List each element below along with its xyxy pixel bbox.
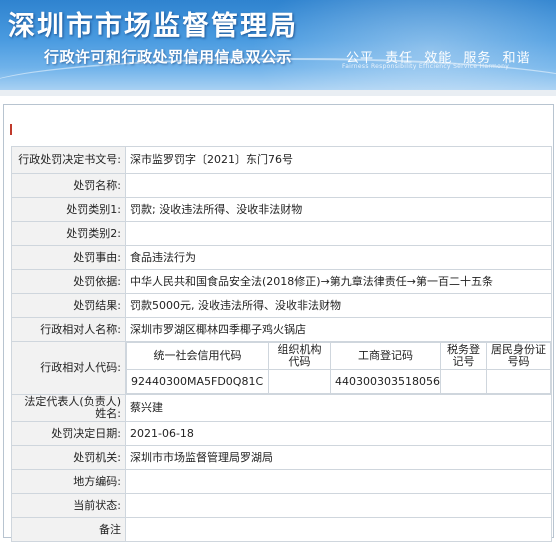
header-banner: 深圳市市场监督管理局 行政许可和行政处罚信用信息双公示 公平 责任 效能 服务 … bbox=[0, 0, 556, 90]
row-value: 罚款5000元, 没收违法所得、没收非法财物 bbox=[125, 293, 552, 318]
row-label: 行政相对人代码: bbox=[11, 341, 126, 395]
codes-value bbox=[268, 369, 331, 394]
row-label: 地方编码: bbox=[11, 469, 126, 494]
row-label: 处罚决定日期: bbox=[11, 421, 126, 446]
codes-value: 440300303518056 bbox=[330, 369, 441, 394]
row-value bbox=[125, 173, 552, 198]
row-label: 备注 bbox=[11, 517, 126, 542]
row-label: 处罚事由: bbox=[11, 245, 126, 270]
table-row: 处罚类别2: bbox=[11, 221, 552, 246]
table-row: 处罚事由: 食品违法行为 bbox=[11, 245, 552, 270]
table-row-codes: 行政相对人代码: 统一社会信用代码 组织机构代码 工商登记码 税务登记号 居民身… bbox=[11, 341, 552, 395]
row-label: 处罚机关: bbox=[11, 445, 126, 470]
penalty-info-table: 行政处罚决定书文号: 深市监罗罚字〔2021〕东门76号 处罚名称: 处罚类别1… bbox=[11, 146, 552, 542]
site-title: 深圳市市场监督管理局 bbox=[8, 11, 298, 42]
codes-value bbox=[486, 369, 551, 394]
row-value: 2021-06-18 bbox=[125, 421, 552, 446]
row-label: 处罚结果: bbox=[11, 293, 126, 318]
table-row: 处罚机关: 深圳市市场监督管理局罗湖局 bbox=[11, 445, 552, 470]
codes-value-row: 92440300MA5FD0Q81C 440300303518056 bbox=[126, 369, 551, 394]
row-label: 行政相对人名称: bbox=[11, 317, 126, 342]
row-value bbox=[125, 493, 552, 518]
row-value: 罚款; 没收违法所得、没收非法财物 bbox=[125, 197, 552, 222]
row-label: 行政处罚决定书文号: bbox=[11, 146, 126, 174]
table-row: 处罚决定日期: 2021-06-18 bbox=[11, 421, 552, 446]
codes-header: 组织机构代码 bbox=[268, 342, 331, 370]
site-slogan-english: Fairness Responsibility Efficiency Servi… bbox=[342, 63, 510, 70]
row-value: 食品违法行为 bbox=[125, 245, 552, 270]
table-row: 地方编码: bbox=[11, 469, 552, 494]
table-row: 处罚结果: 罚款5000元, 没收违法所得、没收非法财物 bbox=[11, 293, 552, 318]
row-label: 处罚类别1: bbox=[11, 197, 126, 222]
codes-value bbox=[440, 369, 487, 394]
row-label: 处罚依据: bbox=[11, 269, 126, 294]
codes-subtable: 统一社会信用代码 组织机构代码 工商登记码 税务登记号 居民身份证号码 9244… bbox=[126, 342, 551, 394]
row-label: 当前状态: bbox=[11, 493, 126, 518]
codes-header: 税务登记号 bbox=[440, 342, 487, 370]
codes-header-row: 统一社会信用代码 组织机构代码 工商登记码 税务登记号 居民身份证号码 bbox=[126, 342, 551, 370]
row-value bbox=[125, 221, 552, 246]
table-row: 行政相对人名称: 深圳市罗湖区椰林四季椰子鸡火锅店 bbox=[11, 317, 552, 342]
row-value: 深市监罗罚字〔2021〕东门76号 bbox=[125, 146, 552, 174]
table-row: 当前状态: bbox=[11, 493, 552, 518]
table-row: 处罚名称: bbox=[11, 173, 552, 198]
codes-header: 工商登记码 bbox=[330, 342, 441, 370]
section-marker bbox=[10, 124, 12, 135]
table-row: 处罚依据: 中华人民共和国食品安全法(2018修正)→第九章法律责任→第一百二十… bbox=[11, 269, 552, 294]
row-value: 中华人民共和国食品安全法(2018修正)→第九章法律责任→第一百二十五条 bbox=[125, 269, 552, 294]
codes-value: 92440300MA5FD0Q81C bbox=[126, 369, 269, 394]
codes-cell: 统一社会信用代码 组织机构代码 工商登记码 税务登记号 居民身份证号码 9244… bbox=[125, 341, 552, 395]
row-value bbox=[125, 517, 552, 542]
row-label: 处罚名称: bbox=[11, 173, 126, 198]
site-subtitle: 行政许可和行政处罚信用信息双公示 bbox=[44, 48, 293, 66]
table-row: 行政处罚决定书文号: 深市监罗罚字〔2021〕东门76号 bbox=[11, 146, 552, 174]
row-label: 处罚类别2: bbox=[11, 221, 126, 246]
row-value: 深圳市罗湖区椰林四季椰子鸡火锅店 bbox=[125, 317, 552, 342]
row-value bbox=[125, 469, 552, 494]
row-value: 蔡兴建 bbox=[125, 394, 552, 422]
codes-header: 统一社会信用代码 bbox=[126, 342, 269, 370]
table-row: 法定代表人(负责人)姓名: 蔡兴建 bbox=[11, 394, 552, 422]
table-row: 备注 bbox=[11, 517, 552, 542]
table-row: 处罚类别1: 罚款; 没收违法所得、没收非法财物 bbox=[11, 197, 552, 222]
row-label: 法定代表人(负责人)姓名: bbox=[11, 394, 126, 422]
codes-header: 居民身份证号码 bbox=[486, 342, 551, 370]
row-value: 深圳市市场监督管理局罗湖局 bbox=[125, 445, 552, 470]
header-separator bbox=[0, 90, 556, 96]
